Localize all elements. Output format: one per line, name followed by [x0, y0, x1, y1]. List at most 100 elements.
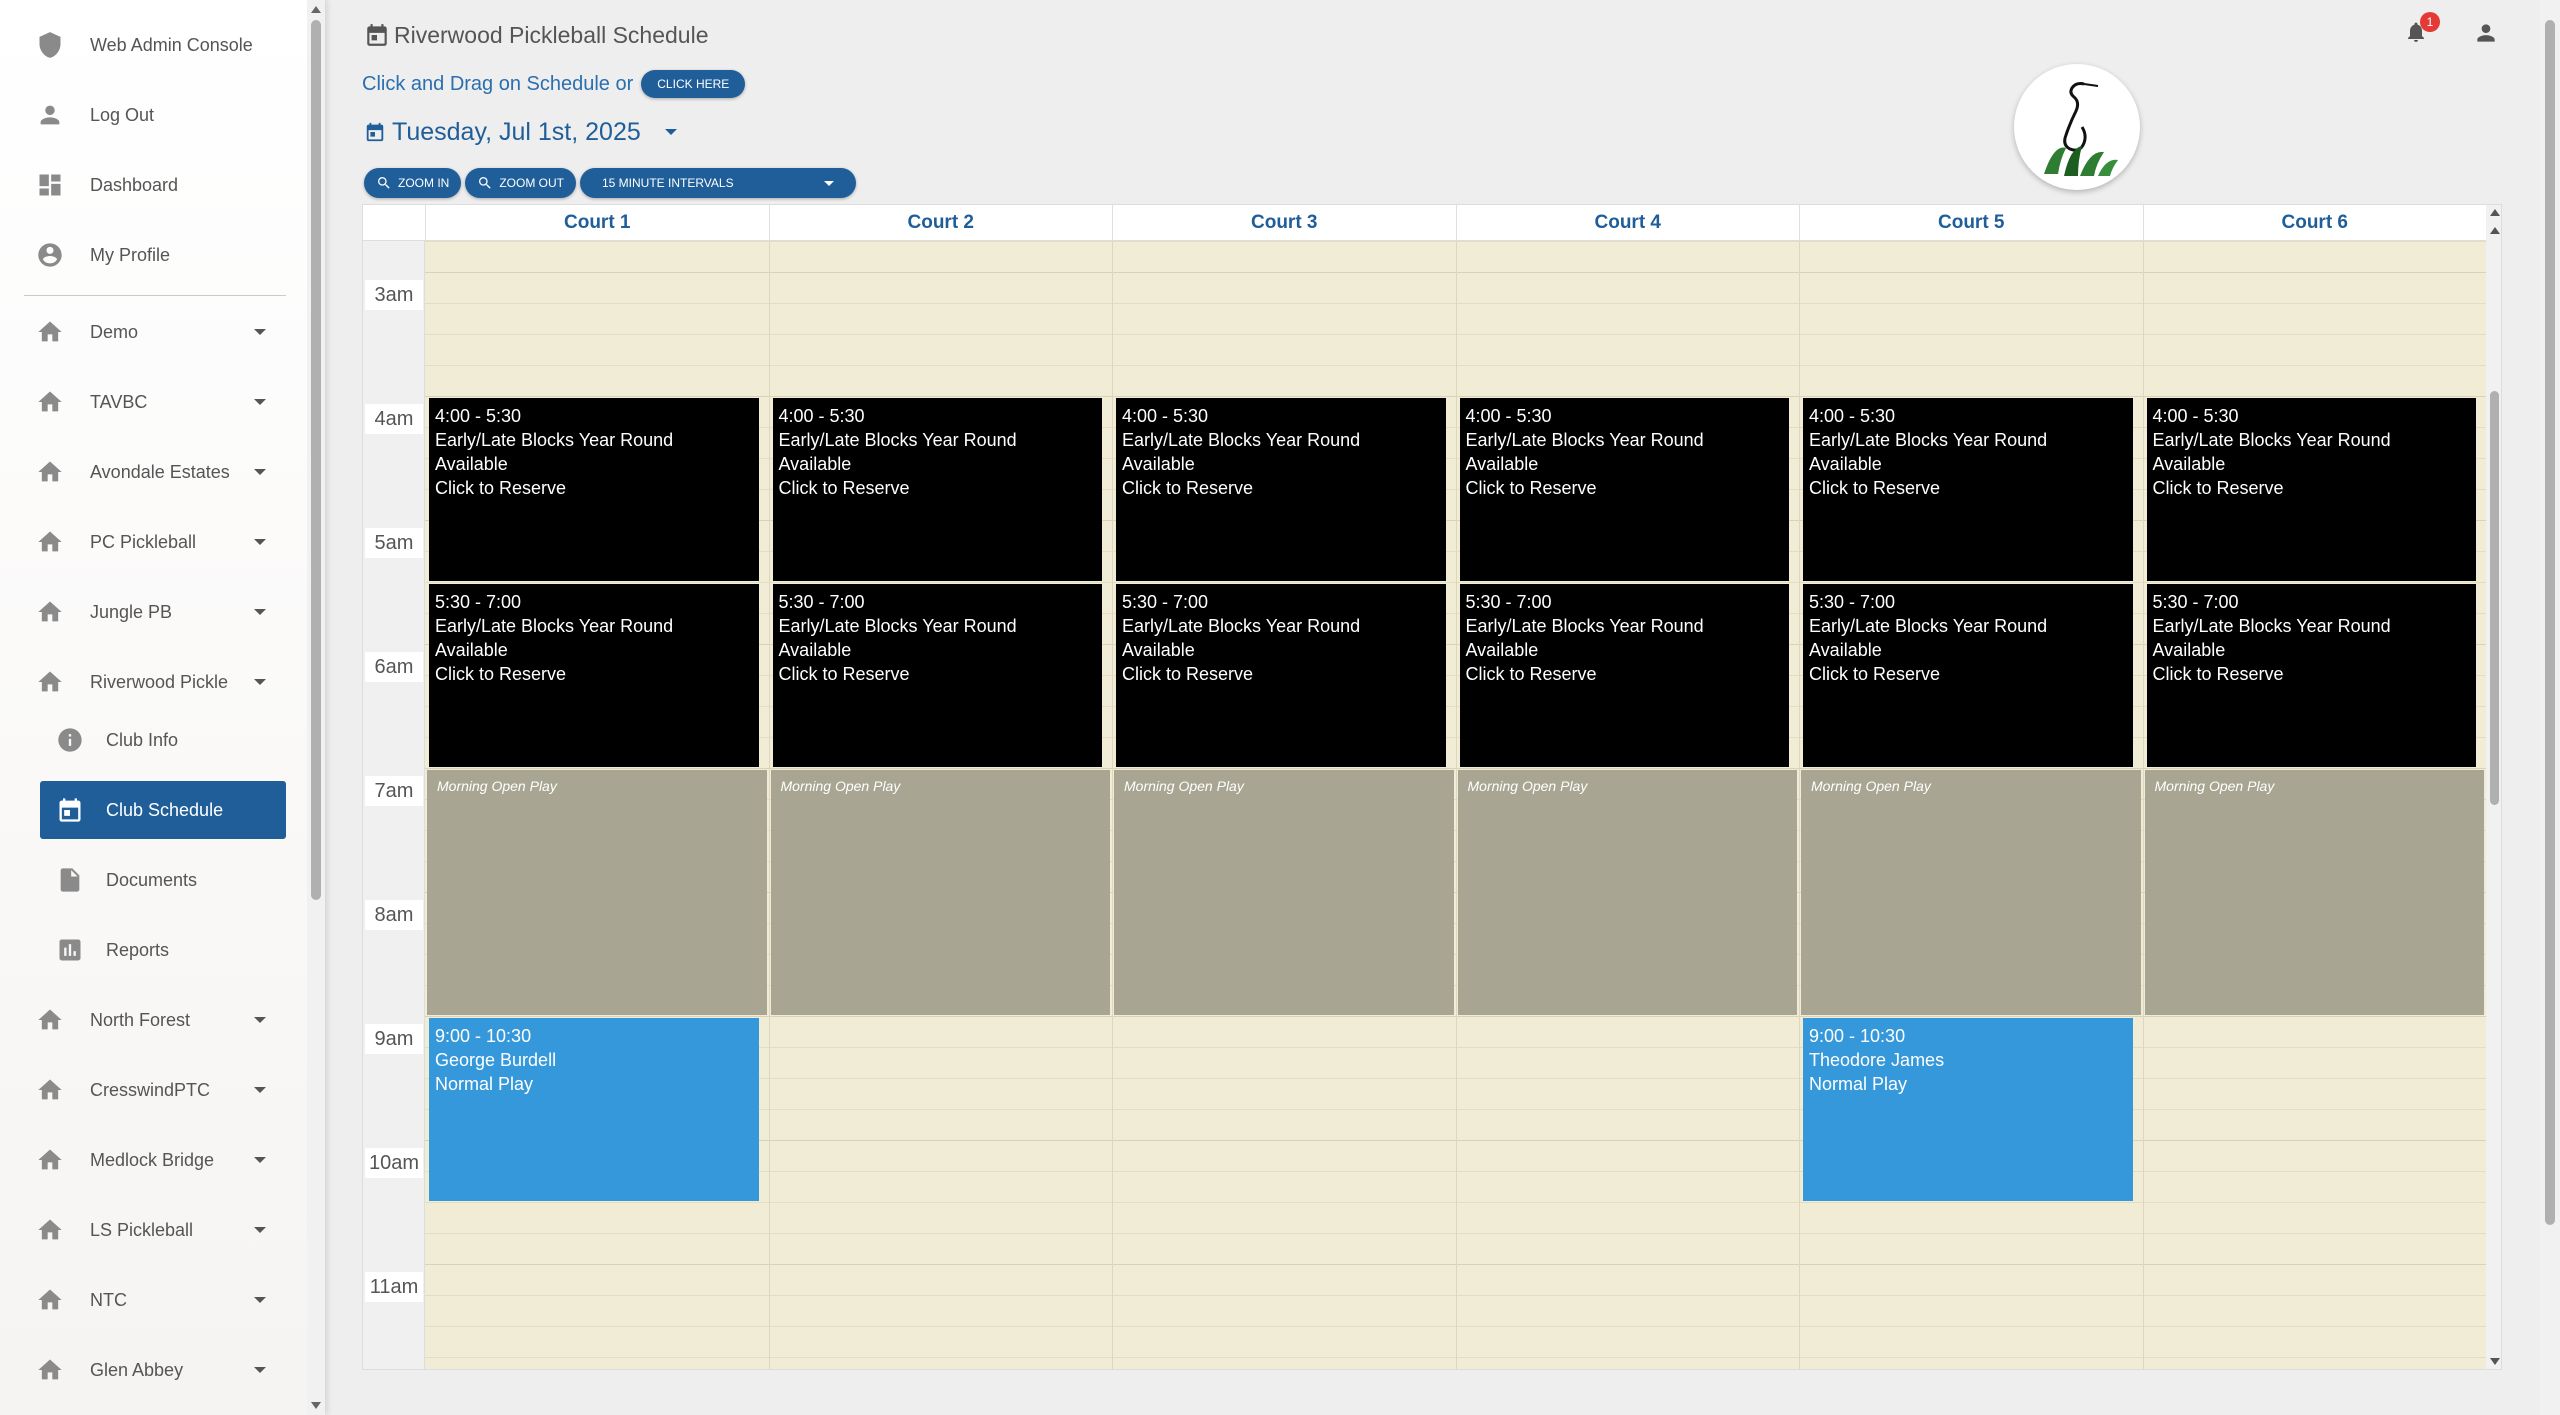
sidebar-item-web-admin-console[interactable]: Web Admin Console: [24, 16, 286, 74]
open-play-block[interactable]: Morning Open Play: [1801, 770, 2141, 1015]
date-text[interactable]: Tuesday, Jul 1st, 2025: [392, 118, 641, 147]
court-header-row: Court 1 Court 2 Court 3 Court 4 Court 5 Court…: [363, 205, 2486, 241]
sidebar-item-club-schedule[interactable]: Club Schedule: [40, 781, 286, 839]
sidebar-item-club-info[interactable]: Club Info: [40, 711, 286, 769]
chevron-down-icon[interactable]: [254, 1367, 266, 1373]
available-block[interactable]: 4:00 - 5:30 Early/Late Blocks Year Round A…: [2146, 398, 2476, 581]
sidebar-item-my-profile[interactable]: My Profile: [24, 226, 286, 284]
sidebar-item-label: Web Admin Console: [90, 34, 253, 55]
available-block[interactable]: 5:30 - 7:00 Early/Late Blocks Year Round A…: [1116, 584, 1446, 767]
available-block[interactable]: 5:30 - 7:00 Early/Late Blocks Year Round A…: [2146, 584, 2476, 767]
interval-select[interactable]: 15 MINUTE INTERVALS: [580, 168, 856, 198]
sidebar-item-reports[interactable]: Reports: [40, 921, 286, 979]
sidebar-item-label: Medlock Bridge: [90, 1149, 215, 1170]
time-label: 10am: [365, 1148, 423, 1178]
schedule-calendar[interactable]: Court 1 Court 2 Court 3 Court 4 Court 5 Court…: [362, 204, 2502, 1370]
open-play-block[interactable]: Morning Open Play: [1457, 770, 1797, 1015]
click-here-button[interactable]: CLICK HERE: [641, 70, 746, 98]
sidebar-scroll-thumb[interactable]: [311, 20, 321, 900]
event-line: Available: [2152, 454, 2226, 474]
sidebar-item-demo[interactable]: Demo: [24, 303, 286, 361]
event-line: Click to Reserve: [435, 478, 567, 498]
chevron-down-icon[interactable]: [254, 1227, 266, 1233]
sidebar-item-jungle-pb[interactable]: Jungle PB: [24, 583, 286, 641]
available-block[interactable]: 4:00 - 5:30 Early/Late Blocks Year Round A…: [772, 398, 1102, 581]
chevron-down-icon[interactable]: [254, 1017, 266, 1023]
sidebar-item-tavbc[interactable]: TAVBC: [24, 373, 286, 431]
available-block[interactable]: 5:30 - 7:00 Early/Late Blocks Year Round A…: [1459, 584, 1789, 767]
time-label: 3am: [365, 280, 423, 310]
available-block[interactable]: 4:00 - 5:30 Early/Late Blocks Year Round A…: [1116, 398, 1446, 581]
sidebar-item-ntc[interactable]: NTC: [24, 1271, 286, 1329]
event-line: 9:00 - 10:30: [435, 1026, 532, 1046]
chevron-down-icon[interactable]: [254, 1297, 266, 1303]
event-line: Morning Open Play: [1124, 778, 1244, 794]
chevron-down-icon[interactable]: [254, 1087, 266, 1093]
chevron-down-icon[interactable]: [254, 399, 266, 405]
event-line: Morning Open Play: [780, 778, 901, 794]
event-line: Early/Late Blocks Year Round: [435, 430, 674, 450]
page-header: Riverwood Pickleball Schedule: [364, 18, 709, 52]
available-block[interactable]: 4:00 - 5:30 Early/Late Blocks Year Round A…: [429, 398, 759, 581]
date-picker[interactable]: Tuesday, Jul 1st, 2025: [364, 114, 677, 150]
open-play-block[interactable]: Morning Open Play: [770, 770, 1110, 1015]
sidebar-item-documents[interactable]: Documents: [40, 851, 286, 909]
available-block[interactable]: 4:00 - 5:30 Early/Late Blocks Year Round A…: [1459, 398, 1789, 581]
schedule-grid[interactable]: 4:00 - 5:30 Early/Late Blocks Year Round A…: [425, 241, 2486, 1369]
chevron-down-icon[interactable]: [254, 469, 266, 475]
sidebar-item-label: My Profile: [90, 244, 171, 265]
available-block[interactable]: 5:30 - 7:00 Early/Late Blocks Year Round A…: [1803, 584, 2133, 767]
sidebar-item-ls-pickleball[interactable]: LS Pickleball: [24, 1201, 286, 1259]
available-block[interactable]: 5:30 - 7:00 Early/Late Blocks Year Round A…: [772, 584, 1102, 767]
sidebar-item-label: Avondale Estates: [90, 461, 230, 482]
sidebar-item-glen-abbey[interactable]: Glen Abbey: [24, 1341, 286, 1399]
scroll-down-icon[interactable]: [2490, 1358, 2500, 1365]
available-block[interactable]: 4:00 - 5:30 Early/Late Blocks Year Round A…: [1803, 398, 2133, 581]
sidebar-item-riverwood-pickle[interactable]: Riverwood Pickle: [24, 653, 286, 711]
sidebar-scroll-down-icon[interactable]: [311, 1402, 321, 1409]
page-scroll-thumb[interactable]: [2545, 20, 2555, 1225]
chevron-down-icon[interactable]: [254, 329, 266, 335]
notifications-button[interactable]: 1: [2404, 12, 2440, 46]
event-line: Morning Open Play: [1467, 778, 1588, 794]
open-play-block[interactable]: Morning Open Play: [1114, 770, 1454, 1015]
sidebar-item-north-forest[interactable]: North Forest: [24, 991, 286, 1049]
reservation-event[interactable]: 9:00 - 10:30 Theodore James Normal Play: [1803, 1018, 2133, 1201]
scroll-up-icon[interactable]: [2490, 227, 2500, 234]
sidebar-item-avondale-estates[interactable]: Avondale Estates: [24, 443, 286, 501]
sidebar-item-dashboard[interactable]: Dashboard: [24, 156, 286, 214]
scroll-up-icon[interactable]: [2490, 209, 2500, 216]
sidebar-item-log-out[interactable]: Log Out: [24, 86, 286, 144]
chevron-down-icon[interactable]: [254, 609, 266, 615]
sidebar-item-cresswindptc[interactable]: CresswindPTC: [24, 1061, 286, 1119]
zoom-out-button[interactable]: ZOOM OUT: [465, 168, 576, 198]
calendar-icon: [366, 122, 384, 142]
event-line: George Burdell: [435, 1050, 557, 1070]
reservation-event[interactable]: 9:00 - 10:30 George Burdell Normal Play: [429, 1018, 759, 1201]
account-button[interactable]: [2473, 20, 2499, 46]
event-line: Click to Reserve: [2152, 664, 2284, 684]
available-block[interactable]: 5:30 - 7:00 Early/Late Blocks Year Round A…: [429, 584, 759, 767]
sidebar-item-label: Glen Abbey: [90, 1359, 184, 1380]
zoom-in-button[interactable]: ZOOM IN: [364, 168, 462, 198]
chevron-down-icon[interactable]: [664, 129, 677, 135]
sidebar-item-label: Dashboard: [90, 174, 179, 195]
calendar-scroll-thumb[interactable]: [2490, 391, 2499, 805]
time-label: 7am: [365, 776, 423, 806]
open-play-block[interactable]: Morning Open Play: [427, 770, 767, 1015]
sidebar-item-pc-pickleball[interactable]: PC Pickleball: [24, 513, 286, 571]
event-line: Early/Late Blocks Year Round: [1122, 430, 1361, 450]
chevron-down-icon[interactable]: [254, 679, 266, 685]
event-line: 5:30 - 7:00: [1809, 592, 1896, 612]
sidebar-item-medlock-bridge[interactable]: Medlock Bridge: [24, 1131, 286, 1189]
chevron-down-icon[interactable]: [254, 1157, 266, 1163]
calendar-scrollbar[interactable]: [2486, 205, 2501, 1369]
page-scrollbar[interactable]: [2540, 0, 2560, 1415]
open-play-block[interactable]: Morning Open Play: [2144, 770, 2484, 1015]
sidebar-scrollbar[interactable]: [307, 0, 325, 1415]
sidebar-item-label: Log Out: [90, 104, 155, 125]
sidebar-scroll-up-icon[interactable]: [311, 6, 321, 13]
event-line: Available: [1122, 454, 1195, 474]
zoom-out-label: ZOOM OUT: [499, 176, 564, 190]
chevron-down-icon[interactable]: [254, 539, 266, 545]
